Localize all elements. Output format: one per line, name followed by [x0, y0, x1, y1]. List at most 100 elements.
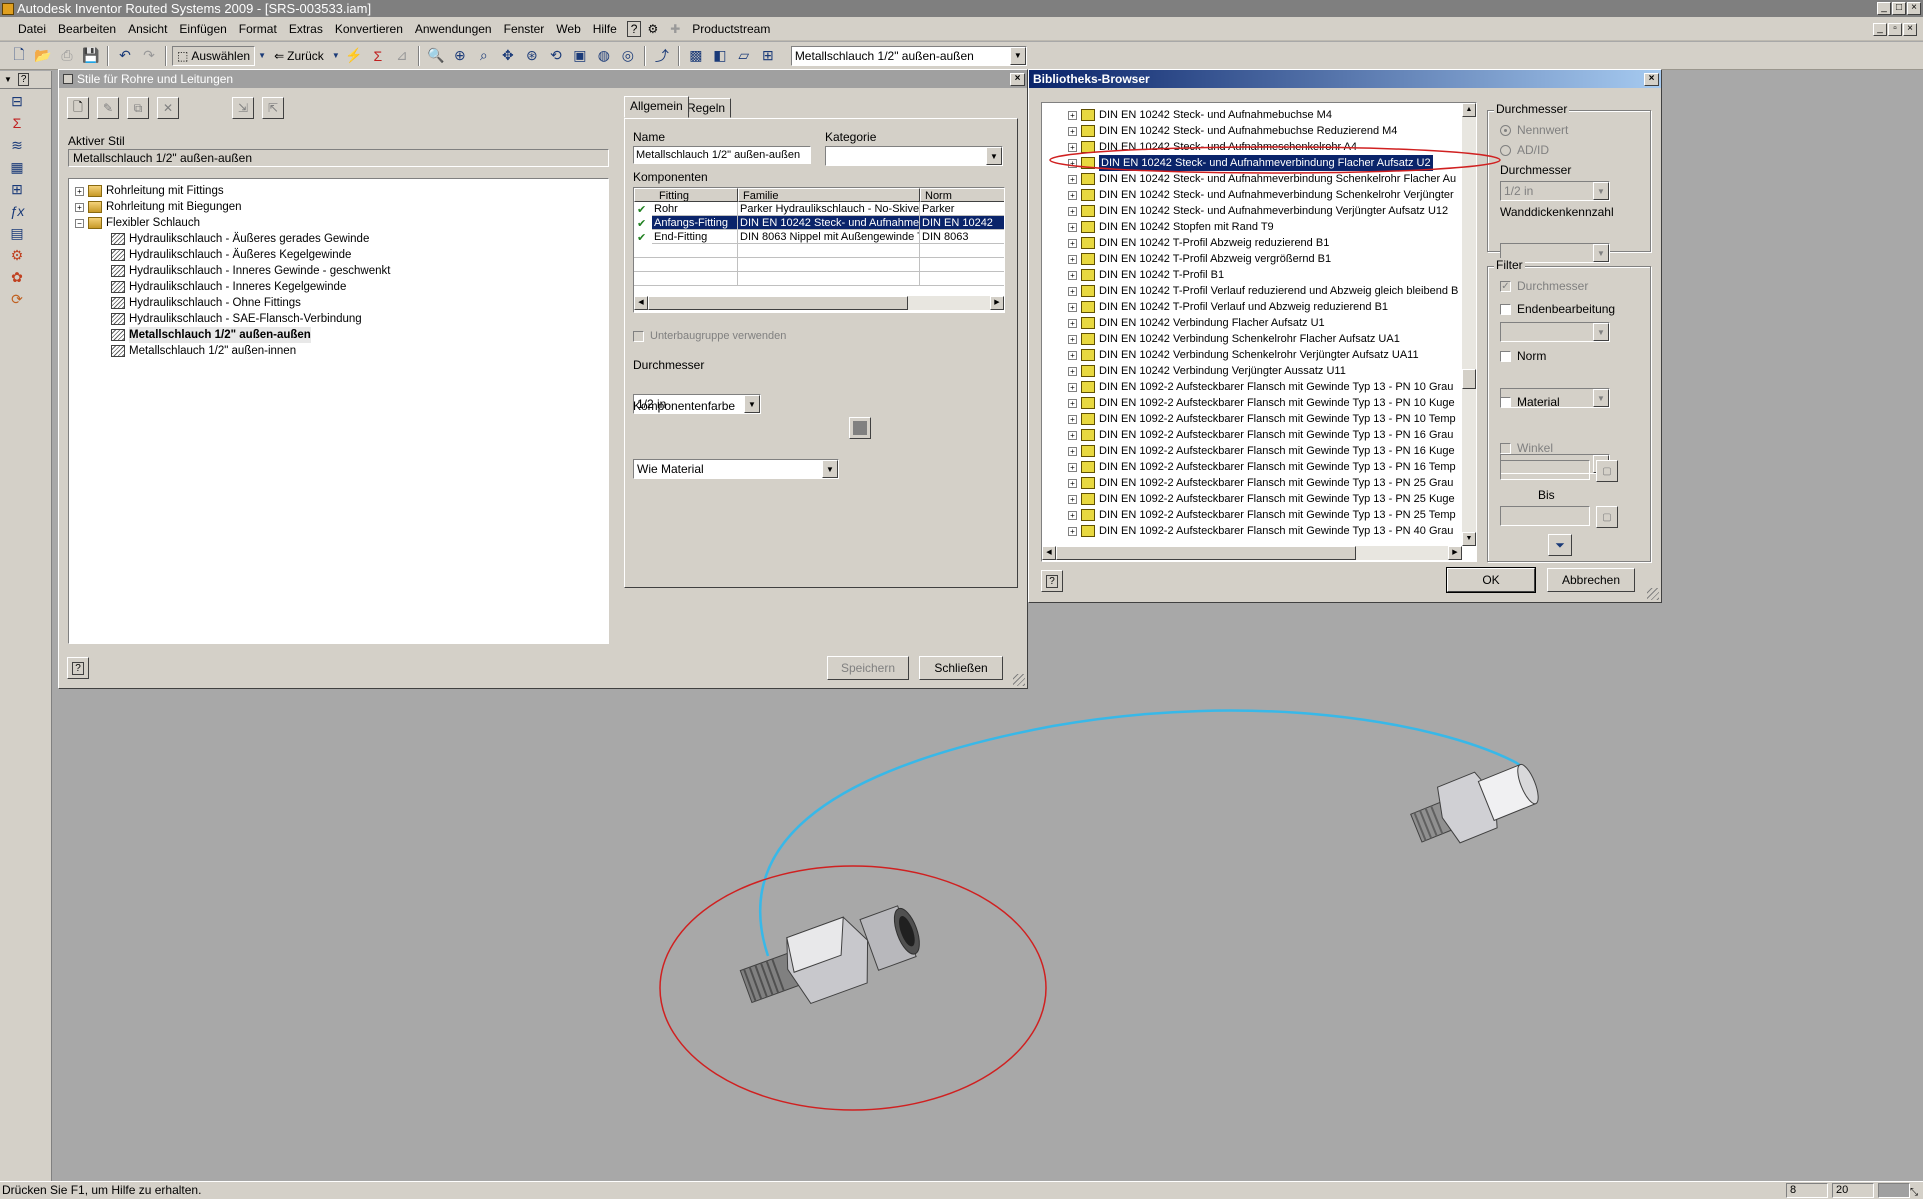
pan-icon[interactable]: ✥: [497, 45, 519, 67]
expand-icon[interactable]: +: [1068, 110, 1077, 120]
scroll-right-icon[interactable]: ▶: [990, 296, 1004, 310]
menu-einfuegen[interactable]: Einfügen: [173, 22, 232, 36]
expand-icon[interactable]: +: [1068, 286, 1077, 296]
style-tree-item[interactable]: − Flexibler Schlauch: [75, 215, 608, 231]
name-input[interactable]: Metallschlauch 1/2" außen-außen: [633, 146, 811, 164]
settings-tool-icon[interactable]: ✿: [6, 267, 28, 287]
ok-button[interactable]: OK: [1446, 567, 1536, 593]
expand-icon[interactable]: +: [1068, 350, 1077, 360]
redo-icon[interactable]: ↷: [138, 45, 160, 67]
grid-cell-norm[interactable]: Parker: [920, 202, 1004, 216]
select-button[interactable]: ⬚ Auswählen: [172, 45, 256, 66]
style-tree-item[interactable]: Hydraulikschlauch - Inneres Gewinde - ge…: [75, 263, 608, 279]
expand-icon[interactable]: +: [1068, 526, 1077, 536]
filter-angle-check[interactable]: [1500, 442, 1511, 454]
library-item[interactable]: + DIN EN 1092-2 Aufsteckbarer Flansch mit…: [1042, 507, 1456, 523]
shaded-display-icon[interactable]: ◍: [593, 45, 615, 67]
filter-end-checkbox[interactable]: Endenbearbeitung: [1500, 302, 1615, 316]
expand-icon[interactable]: +: [1068, 206, 1077, 216]
style-tree-item[interactable]: Hydraulikschlauch - Äußeres Kegelgewinde: [75, 247, 608, 263]
filter-norm-checkbox[interactable]: Norm: [1500, 349, 1546, 363]
expand-icon[interactable]: +: [1068, 318, 1077, 328]
grid-header-familie[interactable]: Familie: [738, 188, 920, 202]
grid-cell-fitting[interactable]: End-Fitting: [652, 230, 738, 244]
library-item[interactable]: + DIN EN 10242 Steck- und Aufnahmeverbind…: [1042, 203, 1452, 219]
component-check-icon[interactable]: ✔: [637, 203, 646, 216]
grid-tool-icon[interactable]: ⊞: [6, 179, 28, 199]
print-icon[interactable]: ⎙: [56, 45, 78, 67]
style-combo[interactable]: Metallschlauch 1/2" außen-außen ▼: [790, 45, 1027, 66]
filter-norm-check[interactable]: [1500, 350, 1511, 362]
scroll-thumb[interactable]: [648, 296, 908, 310]
library-item[interactable]: + DIN EN 10242 Stopfen mit Rand T9: [1042, 219, 1452, 235]
back-dropdown-icon[interactable]: ▼: [331, 45, 341, 67]
chevron-down-icon[interactable]: ▼: [744, 395, 760, 413]
minimize-button[interactable]: _: [1877, 2, 1891, 15]
select-dropdown-icon[interactable]: ▼: [257, 45, 267, 67]
angle-from-pick-button[interactable]: ▢: [1596, 460, 1618, 482]
style-tree-item[interactable]: Hydraulikschlauch - Inneres Kegelgewinde: [75, 279, 608, 295]
grid-cell-familie[interactable]: Parker Hydraulikschlauch - No-Skive: [738, 202, 920, 216]
update-icon[interactable]: ⚡: [343, 45, 365, 67]
library-item[interactable]: + DIN EN 1092-2 Aufsteckbarer Flansch mit…: [1042, 427, 1453, 443]
zoom-all-icon[interactable]: 🔍: [425, 45, 447, 67]
grid-cell-norm[interactable]: DIN 8063: [920, 230, 1004, 244]
hose-tool-icon[interactable]: ⊟: [6, 91, 28, 111]
subassembly-checkbox[interactable]: Unterbaugruppe verwenden: [633, 330, 786, 342]
component-icon[interactable]: ⊞: [757, 45, 779, 67]
expand-icon[interactable]: +: [1068, 430, 1077, 440]
save-icon[interactable]: 💾: [80, 45, 102, 67]
expand-icon[interactable]: +: [1068, 414, 1077, 424]
resize-grip-icon[interactable]: [1647, 588, 1659, 600]
library-h-scrollbar[interactable]: ◀ ▶: [1042, 546, 1462, 560]
component-check-icon[interactable]: ✔: [637, 231, 646, 244]
style-tree[interactable]: + Rohrleitung mit Fittings + Rohrleitung mi…: [68, 178, 609, 644]
expand-icon[interactable]: +: [75, 202, 84, 212]
help-icon[interactable]: ?: [626, 20, 642, 37]
menu-anwendungen[interactable]: Anwendungen: [409, 22, 498, 36]
new-style-button[interactable]: 🗋: [67, 97, 89, 119]
tab-allgemein[interactable]: Allgemein: [624, 96, 689, 118]
doc-minimize-button[interactable]: _: [1873, 23, 1887, 36]
expand-icon[interactable]: +: [1068, 366, 1077, 376]
scroll-up-icon[interactable]: ▲: [1462, 103, 1476, 117]
chevron-down-icon[interactable]: ▼: [986, 147, 1002, 165]
copy-style-button[interactable]: ⧉: [127, 97, 149, 119]
library-item[interactable]: + DIN EN 10242 Steck- und Aufnahmeverbind…: [1042, 187, 1454, 203]
chevron-down-icon[interactable]: ▼: [1593, 182, 1609, 200]
expand-icon[interactable]: +: [75, 186, 84, 196]
angle-from-input[interactable]: [1500, 460, 1590, 480]
scroll-down-icon[interactable]: ▼: [1462, 532, 1476, 546]
style-tree-item[interactable]: Metallschlauch 1/2" außen-außen: [75, 327, 608, 343]
scroll-left-icon[interactable]: ◀: [634, 296, 648, 310]
zoom-selected-icon[interactable]: ⊛: [521, 45, 543, 67]
measure-icon[interactable]: ⊿: [391, 45, 413, 67]
category-select[interactable]: ▼: [825, 146, 1003, 166]
expand-icon[interactable]: +: [1068, 302, 1077, 312]
expand-icon[interactable]: +: [1068, 462, 1077, 472]
grid-cell-familie[interactable]: DIN EN 10242 Steck- und Aufnahme: [738, 216, 920, 230]
expand-icon[interactable]: +: [1068, 478, 1077, 488]
grid-h-scrollbar[interactable]: ◀ ▶: [634, 296, 1004, 310]
angle-to-input[interactable]: [1500, 506, 1590, 526]
save-button[interactable]: Speichern: [827, 656, 909, 680]
connect-tool-icon[interactable]: ⚙: [6, 245, 28, 265]
style-tree-item[interactable]: Hydraulikschlauch - Ohne Fittings: [75, 295, 608, 311]
scroll-thumb[interactable]: [1462, 369, 1476, 389]
menu-hilfe[interactable]: Hilfe: [587, 22, 623, 36]
menu-format[interactable]: Format: [233, 22, 283, 36]
angle-to-pick-button[interactable]: ▢: [1596, 506, 1618, 528]
library-item[interactable]: + DIN EN 1092-2 Aufsteckbarer Flansch mit…: [1042, 395, 1455, 411]
filter-end-check[interactable]: [1500, 303, 1511, 315]
library-item[interactable]: + DIN EN 1092-2 Aufsteckbarer Flansch mit…: [1042, 523, 1453, 539]
productstream-icon[interactable]: ⚙: [641, 22, 664, 36]
library-item[interactable]: + DIN EN 10242 Steck- und Aufnahmebuchse …: [1042, 123, 1452, 139]
library-help-button[interactable]: ?: [1041, 570, 1063, 592]
expand-icon[interactable]: +: [1068, 398, 1077, 408]
library-item[interactable]: + DIN EN 10242 Verbindung Schenkelrohr Ve…: [1042, 347, 1452, 363]
grid-cell-familie[interactable]: DIN 8063 Nippel mit Außengewinde T: [738, 230, 920, 244]
library-item[interactable]: + DIN EN 10242 Verbindung Flacher Aufsatz…: [1042, 315, 1452, 331]
library-item[interactable]: + DIN EN 1092-2 Aufsteckbarer Flansch mit…: [1042, 443, 1455, 459]
open-file-icon[interactable]: 📂: [32, 45, 54, 67]
components-grid[interactable]: Fitting Familie Norm ◀ ▶ ✔ Rohr Parker Hyd…: [633, 187, 1005, 313]
